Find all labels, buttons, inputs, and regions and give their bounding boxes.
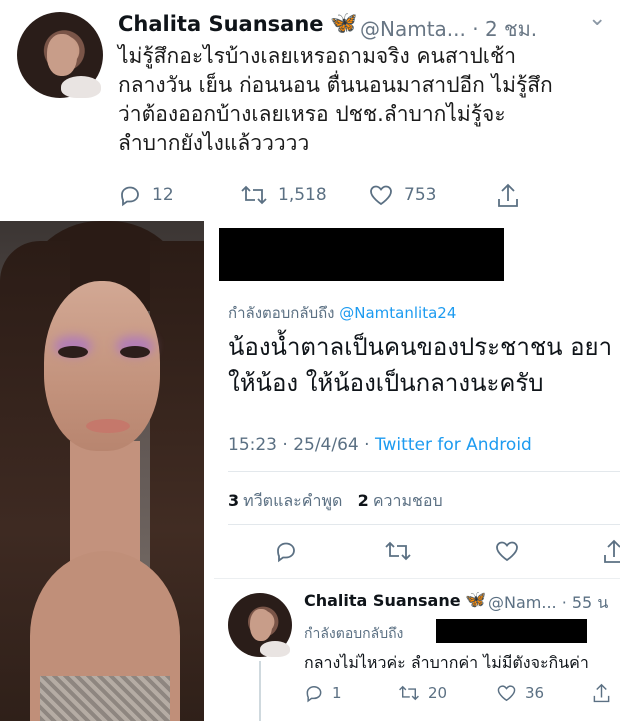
share-icon — [602, 539, 620, 565]
avatar-face — [47, 34, 77, 76]
replying-to-label: กำลังตอบกลับถึง — [228, 304, 340, 322]
reply-count: 12 — [152, 185, 174, 205]
like-button[interactable]: 36 — [496, 683, 544, 703]
tweet-stats: 3 ทวีตและคำพูด 2 ความชอบ — [228, 489, 443, 514]
share-button[interactable] — [592, 683, 611, 704]
like-button[interactable]: 753 — [368, 183, 436, 207]
reply-icon — [304, 683, 324, 703]
avatar-shoulder — [61, 76, 101, 98]
photo-eye — [58, 346, 88, 358]
avatar-shoulder — [260, 641, 290, 657]
handle-time[interactable]: @Namta... · 2 ชม. — [360, 13, 537, 45]
reply-button[interactable]: 12 — [118, 183, 174, 207]
avatar[interactable] — [228, 593, 292, 657]
redacted-user-block — [219, 228, 504, 281]
redacted-user-block — [436, 619, 587, 643]
retweet-button[interactable]: 1,518 — [240, 183, 327, 207]
tweet-bottom[interactable]: Chalita Suansane 🦋 @Nam... · 55 น กำลังต… — [214, 578, 620, 721]
share-button[interactable] — [496, 183, 520, 209]
tweet-text-line: กลางวัน เย็น ก่อนนอน ตื่นนอนมาสาปอีก ไม่… — [118, 73, 553, 97]
share-icon — [496, 183, 520, 209]
divider — [228, 524, 620, 525]
thread-line — [259, 661, 261, 721]
like-total-label[interactable]: ความชอบ — [373, 491, 443, 510]
tweet-text-line: ว่าต้องออกบ้างเลยเหรอ ปชช.ลำบากไม่รู้จะ — [118, 102, 506, 126]
tweet-text: กลางไม่ไหวค่ะ ลำบากค่า ไม่มีตังจะกินค่า — [304, 653, 589, 672]
retweet-icon — [240, 183, 268, 207]
like-icon — [496, 683, 517, 703]
like-count: 753 — [404, 185, 437, 205]
reply-icon — [274, 539, 298, 563]
chevron-down-icon[interactable]: ⌄ — [588, 6, 606, 31]
replying-to-label: กำลังตอบกลับถึง — [304, 626, 404, 642]
tweet-timestamp: 15:23 · 25/4/64 · — [228, 435, 375, 455]
photo-neck — [70, 441, 140, 561]
retweet-total[interactable]: 3 — [228, 491, 239, 510]
like-button[interactable] — [494, 539, 520, 567]
tweet-text: ไม่รู้สึกอะไรบ้างเลยเหรอถามจริง คนสาปเช้… — [118, 42, 608, 158]
avatar[interactable] — [17, 12, 103, 98]
reply-count: 1 — [332, 684, 342, 702]
retweet-count: 1,518 — [278, 185, 327, 205]
like-icon — [368, 183, 394, 207]
photo-eye — [120, 346, 150, 358]
retweet-count: 20 — [428, 684, 448, 702]
tweet-top[interactable]: Chalita Suansane 🦋 @Namta... · 2 ชม. ⌄ ไ… — [0, 0, 620, 221]
display-name[interactable]: Chalita Suansane — [304, 591, 461, 610]
butterfly-icon: 🦋 — [465, 590, 487, 610]
divider — [228, 471, 620, 472]
reply-button[interactable] — [274, 539, 298, 567]
photo-dress — [40, 676, 170, 721]
like-total[interactable]: 2 — [358, 491, 369, 510]
retweet-button[interactable] — [384, 539, 412, 567]
reply-button[interactable]: 1 — [304, 683, 342, 703]
tweet-text-line: น้องน้ำตาลเป็นคนของประชาชน อยา — [228, 333, 613, 361]
reply-icon — [118, 183, 142, 207]
tweet-text-line: ให้น้อง ให้น้องเป็นกลางนะครับ — [228, 369, 544, 397]
source-link[interactable]: Twitter for Android — [375, 435, 532, 455]
retweet-icon — [384, 539, 412, 563]
display-name[interactable]: Chalita Suansane — [118, 12, 324, 36]
photo-lips — [86, 419, 130, 433]
retweet-total-label[interactable]: ทวีตและคำพูด — [243, 491, 342, 510]
butterfly-icon: 🦋 — [330, 11, 358, 36]
share-button[interactable] — [602, 539, 620, 569]
tweet-text-line: ไม่รู้สึกอะไรบ้างเลยเหรอถามจริง คนสาปเช้… — [118, 44, 517, 68]
like-icon — [494, 539, 520, 563]
handle-time[interactable]: @Nam... · 55 น — [488, 591, 608, 616]
retweet-icon — [398, 683, 420, 703]
tweet-reply-detail[interactable]: กำลังตอบกลับถึง @Namtanlita24 น้องน้ำตาล… — [204, 221, 620, 578]
tweet-text: น้องน้ำตาลเป็นคนของประชาชน อยา ให้น้อง ใ… — [228, 329, 620, 401]
portrait-photo — [0, 221, 204, 721]
replying-to: กำลังตอบกลับถึง @Namtanlita24 — [228, 301, 456, 325]
retweet-button[interactable]: 20 — [398, 683, 447, 703]
like-count: 36 — [525, 684, 545, 702]
mention-link[interactable]: @Namtanlita24 — [339, 304, 456, 322]
share-icon — [592, 683, 611, 704]
tweet-meta: 15:23 · 25/4/64 · Twitter for Android — [228, 435, 532, 455]
tweet-text-line: ลำบากยังไงแล้ววววว — [118, 131, 310, 155]
avatar-face — [250, 609, 272, 641]
